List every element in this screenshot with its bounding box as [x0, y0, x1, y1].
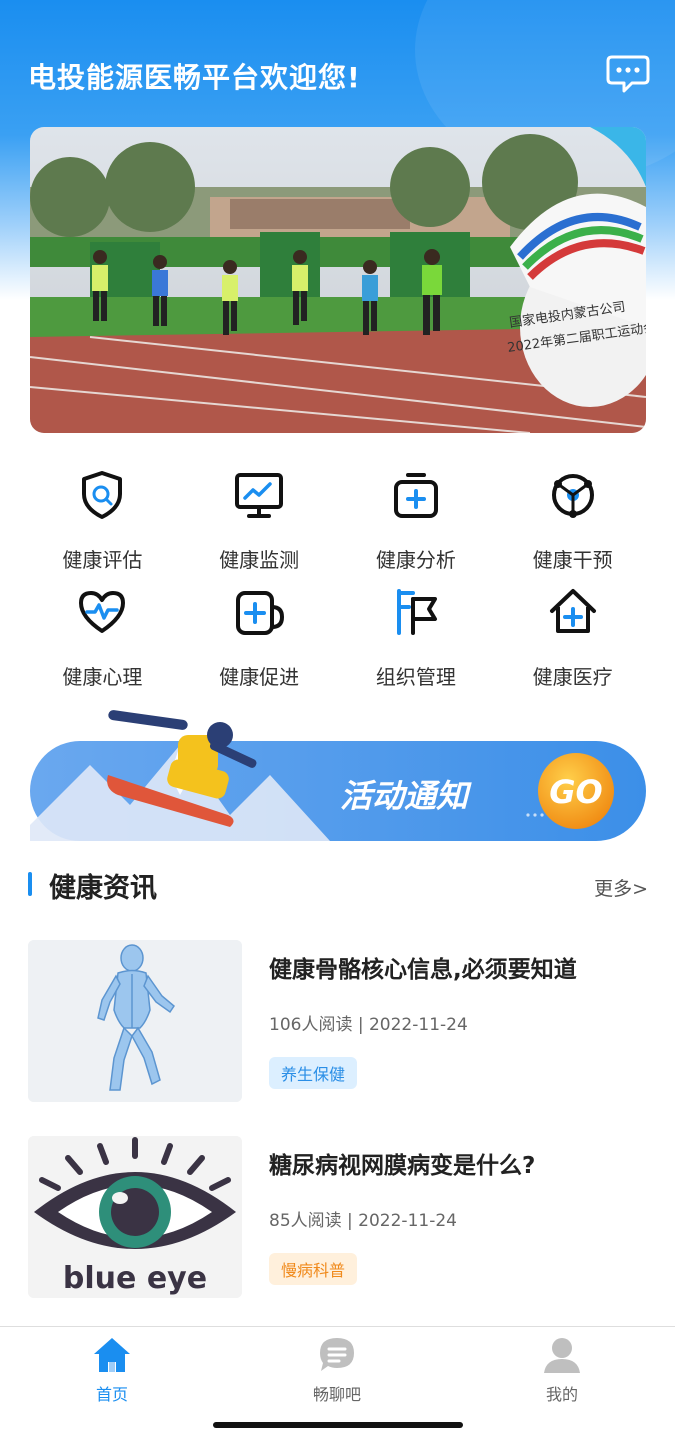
news-thumbnail-skeleton [28, 940, 242, 1102]
medical-kit-icon [393, 473, 438, 518]
home-icon [94, 1338, 130, 1372]
user-icon [544, 1338, 580, 1373]
grid-item-analysis[interactable]: 健康分析 [338, 464, 495, 581]
news-item[interactable]: blue eye 糖尿病视网膜病变是什么? 85人阅读 | 2022-11-24… [28, 1136, 648, 1300]
chat-icon [320, 1338, 354, 1371]
grid-label: 健康评估 [62, 548, 143, 572]
tab-home[interactable]: 首页 [52, 1335, 172, 1405]
activity-notice-banner[interactable]: 活动通知 GO [30, 705, 646, 855]
news-text-block: 健康骨骼核心信息,必须要知道 106人阅读 | 2022-11-24 养生保健 [269, 940, 649, 1089]
feature-grid: 健康评估 健康监测 健康分析 健康干预 健康心理 健康促进 组织管理 健康医疗 [24, 464, 651, 698]
go-button-label[interactable]: GO [549, 773, 602, 811]
shield-search-icon [82, 471, 123, 519]
thumbnail-caption: blue eye [63, 1261, 207, 1296]
news-item[interactable]: 健康骨骼核心信息,必须要知道 106人阅读 | 2022-11-24 养生保健 [28, 940, 648, 1104]
grid-label: 健康监测 [219, 548, 300, 572]
news-section-title: 健康资讯 [49, 873, 157, 904]
medical-cup-icon [236, 591, 285, 635]
grid-item-intervention[interactable]: 健康干预 [494, 464, 651, 581]
network-node-icon [551, 474, 594, 518]
grid-item-monitoring[interactable]: 健康监测 [181, 464, 338, 581]
news-meta: 106人阅读 | 2022-11-24 [269, 1015, 468, 1035]
monitor-chart-icon [235, 473, 284, 518]
grid-label: 健康医疗 [532, 665, 613, 689]
tab-label: 畅聊吧 [312, 1385, 361, 1404]
grid-item-promotion[interactable]: 健康促进 [181, 581, 338, 698]
news-headline: 糖尿病视网膜病变是什么? [269, 1153, 536, 1179]
grid-label: 健康促进 [219, 665, 300, 689]
grid-item-organization[interactable]: 组织管理 [338, 581, 495, 698]
tab-label: 首页 [95, 1385, 128, 1404]
grid-label: 健康干预 [532, 548, 613, 572]
news-tag: 慢病科普 [269, 1253, 358, 1285]
activity-title: 活动通知 [340, 777, 472, 815]
tab-chat[interactable]: 畅聊吧 [277, 1335, 397, 1405]
news-more-link[interactable]: 更多> [594, 874, 648, 901]
news-section-header: 健康资讯 更多> [28, 866, 648, 906]
grid-label: 健康心理 [62, 665, 143, 689]
grid-label: 健康分析 [375, 548, 456, 572]
welcome-title: 电投能源医畅平台欢迎您! [28, 61, 361, 94]
house-cross-icon [549, 589, 596, 633]
flag-icon [396, 589, 437, 635]
grid-label: 组织管理 [375, 665, 456, 689]
sports-banner-image[interactable]: 国家电投内蒙古公司 2022年第二届职工运动会 [30, 127, 646, 433]
chat-bubble-icon[interactable] [606, 54, 650, 94]
news-thumbnail-eye: blue eye [28, 1136, 242, 1298]
news-text-block: 糖尿病视网膜病变是什么? 85人阅读 | 2022-11-24 慢病科普 [269, 1136, 649, 1285]
grid-item-assessment[interactable]: 健康评估 [24, 464, 181, 581]
tab-profile[interactable]: 我的 [502, 1335, 622, 1405]
grid-item-psychology[interactable]: 健康心理 [24, 581, 181, 698]
tab-label: 我的 [545, 1385, 578, 1404]
news-tag: 养生保健 [269, 1057, 358, 1089]
section-accent-bar [28, 872, 32, 896]
home-indicator[interactable] [213, 1422, 463, 1428]
news-meta: 85人阅读 | 2022-11-24 [269, 1211, 457, 1231]
heart-pulse-icon [79, 591, 126, 633]
grid-item-medical[interactable]: 健康医疗 [494, 581, 651, 698]
news-headline: 健康骨骼核心信息,必须要知道 [269, 957, 577, 983]
